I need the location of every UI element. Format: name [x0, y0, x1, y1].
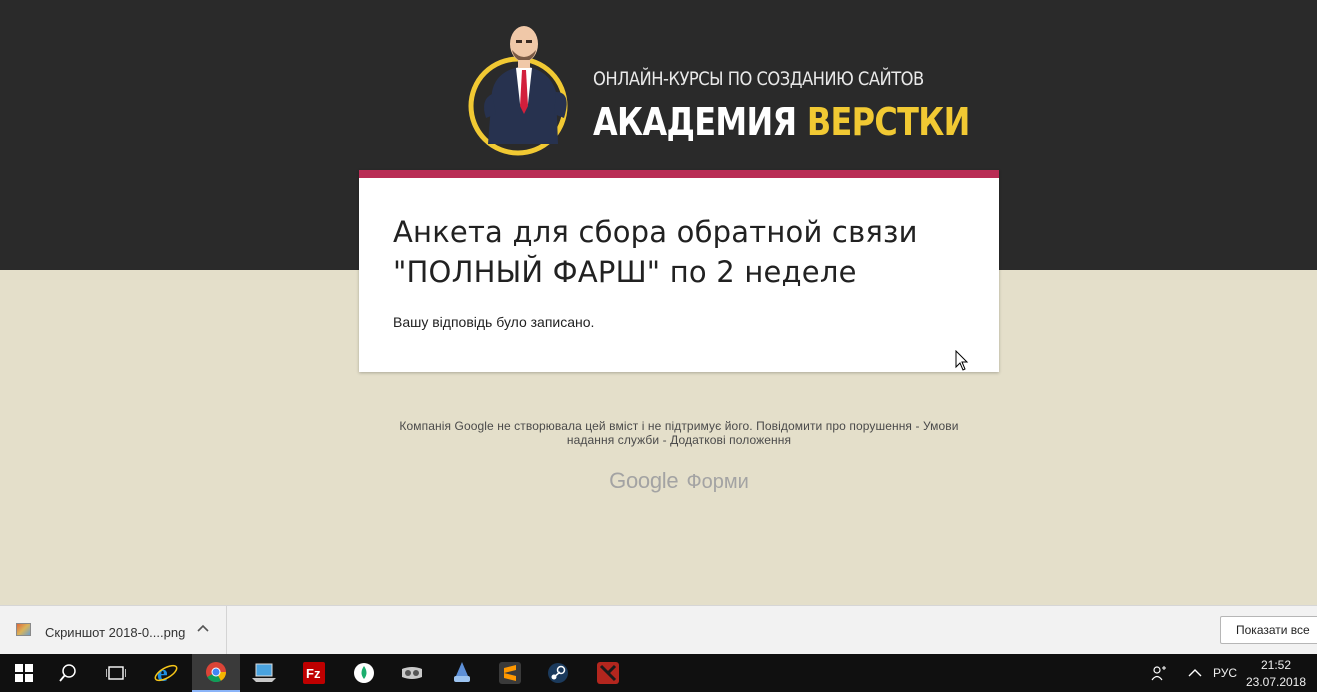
form-title: Анкета для сбора обратной связи "ПОЛНЫЙ …	[393, 215, 918, 289]
form-response-card: Анкета для сбора обратной связи "ПОЛНЫЙ …	[359, 170, 999, 372]
mouse-cursor-icon	[955, 350, 969, 371]
internet-explorer-icon[interactable]: e	[142, 654, 190, 692]
app-green-icon[interactable]	[340, 654, 388, 692]
dota2-icon[interactable]	[584, 654, 632, 692]
clock-date[interactable]: 23.07.2018	[1244, 675, 1308, 689]
vr-headset-icon[interactable]	[388, 654, 436, 692]
sublime-text-icon[interactable]	[486, 654, 534, 692]
task-view-icon[interactable]	[92, 654, 140, 692]
google-logo-text: Google	[609, 468, 679, 493]
google-forms-brand[interactable]: Google Форми	[520, 468, 838, 494]
search-icon[interactable]	[44, 654, 92, 692]
wizard-icon[interactable]	[438, 654, 486, 692]
download-file-name: Скриншот 2018-0....png	[45, 625, 186, 640]
image-file-icon	[16, 623, 31, 636]
download-bar: Скриншот 2018-0....png Показати все	[0, 605, 1317, 655]
logo-title: АКАДЕМИЯ ВЕРСТКИ	[593, 100, 970, 144]
logo-title-word1: АКАДЕМИЯ	[593, 100, 797, 144]
computer-icon[interactable]	[240, 654, 288, 692]
logo-subtitle: ОНЛАЙН-КУРСЫ ПО СОЗДАНИЮ САЙТОВ	[593, 68, 924, 90]
confirmation-message: Вашу відповідь було записано.	[393, 314, 595, 330]
filezilla-icon[interactable]: Fz	[290, 654, 338, 692]
people-icon[interactable]	[1151, 665, 1167, 681]
clock-time[interactable]: 21:52	[1248, 658, 1304, 672]
card-accent-bar	[359, 170, 999, 178]
chevron-up-icon[interactable]	[1188, 668, 1202, 678]
language-indicator[interactable]: РУС	[1213, 666, 1237, 680]
logo-title-word2: ВЕРСТКИ	[806, 100, 971, 144]
mascot-logo-icon	[468, 26, 568, 156]
chrome-icon[interactable]	[192, 654, 240, 692]
chevron-up-icon[interactable]	[196, 622, 210, 636]
forms-logo-text: Форми	[686, 471, 749, 493]
show-all-button[interactable]: Показати все	[1220, 616, 1317, 644]
academy-logo: ОНЛАЙН-КУРСЫ ПО СОЗДАНИЮ САЙТОВ АКАДЕМИЯ…	[466, 14, 970, 159]
start-icon[interactable]	[0, 654, 48, 692]
google-disclaimer: Компанія Google не створювала цей вміст …	[399, 419, 959, 447]
svg-text:Fz: Fz	[306, 666, 321, 681]
windows-taskbar: e Fz РУС 21:52 23.07.2018	[0, 654, 1317, 692]
download-item[interactable]: Скриншот 2018-0....png	[0, 606, 227, 655]
steam-icon[interactable]	[534, 654, 582, 692]
